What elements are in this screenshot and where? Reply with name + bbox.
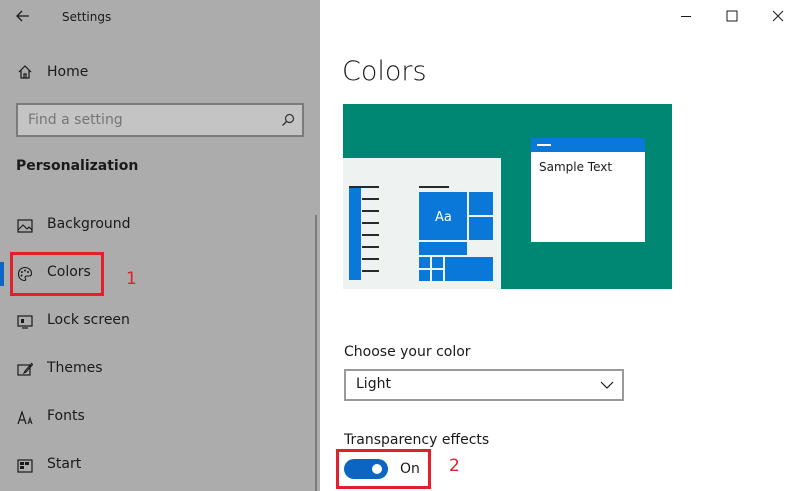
search-input[interactable] [18,105,268,135]
annotation-marker-2: 2 [449,456,460,476]
sidebar-scrollbar[interactable] [315,215,317,491]
sidebar-item-label: Themes [47,360,103,376]
preview-list-line [362,246,379,248]
preview-list-line [362,222,379,224]
back-arrow-icon [16,10,29,22]
lock-screen-icon [16,313,34,331]
window-title: Settings [62,10,112,24]
brush-icon [16,361,34,379]
sidebar-item-label: Background [47,216,131,232]
preview-sample-window: Sample Text [531,138,645,242]
search-icon[interactable] [280,112,296,128]
preview-list-line [362,234,379,236]
preview-tile [469,192,493,215]
preview-tile [419,242,467,255]
minimize-icon [681,16,691,17]
transparency-label: Transparency effects [344,432,490,448]
preview-window-title-line [537,144,551,146]
section-title: Personalization [16,158,139,174]
preview-tile [432,257,443,268]
preview-tile-header-line [419,186,449,188]
preview-tile [419,257,430,268]
preview-window-titlebar [531,138,645,152]
annotation-box-toggle [336,449,431,489]
preview-tile-label: Aa [435,210,452,225]
annotation-marker-1: 1 [126,269,137,289]
preview-list-line [362,270,379,272]
preview-tile [445,257,493,281]
preview-start-menu: Aa [343,158,501,289]
search-box[interactable] [16,103,304,137]
sidebar-item-background[interactable]: Background [10,206,310,246]
preview-sidebar-tiles [349,188,361,280]
maximize-button[interactable] [712,2,752,30]
sidebar-item-label: Fonts [47,408,85,424]
minimize-button[interactable] [666,2,706,30]
home-label: Home [47,64,89,80]
home-nav-item[interactable]: Home [10,58,310,88]
font-icon [16,409,34,427]
preview-list-line [362,258,379,260]
preview-tile [432,270,443,281]
picture-icon [16,217,34,235]
sidebar: Settings Home Personalization Background… [0,0,320,491]
sidebar-item-label: Start [47,456,82,472]
sidebar-item-lock-screen[interactable]: Lock screen [10,302,310,342]
main-content: Colors Aa Sample Text Choose your color … [320,0,800,491]
preview-list-line [349,186,379,188]
back-button[interactable] [10,4,36,28]
preview-sample-text: Sample Text [539,160,613,174]
choose-color-dropdown[interactable]: Light [344,369,624,401]
sidebar-item-start[interactable]: Start [10,446,310,486]
sidebar-item-fonts[interactable]: Fonts [10,398,310,438]
start-icon [16,457,34,475]
choose-color-label: Choose your color [344,344,471,360]
page-title: Colors [342,56,427,87]
color-preview: Aa Sample Text [343,104,672,289]
sidebar-item-label: Lock screen [47,312,130,328]
home-icon [16,63,34,81]
close-button[interactable] [758,2,798,30]
annotation-box-colors [10,252,104,296]
preview-list-line [362,210,379,212]
close-icon [772,10,784,22]
sidebar-item-themes[interactable]: Themes [10,350,310,390]
selected-indicator [0,262,4,286]
choose-color-value: Light [356,376,391,392]
preview-tile [469,217,493,240]
preview-tile [419,270,430,281]
chevron-down-icon [600,379,614,391]
maximize-icon [726,10,738,22]
preview-list-line [362,198,379,200]
